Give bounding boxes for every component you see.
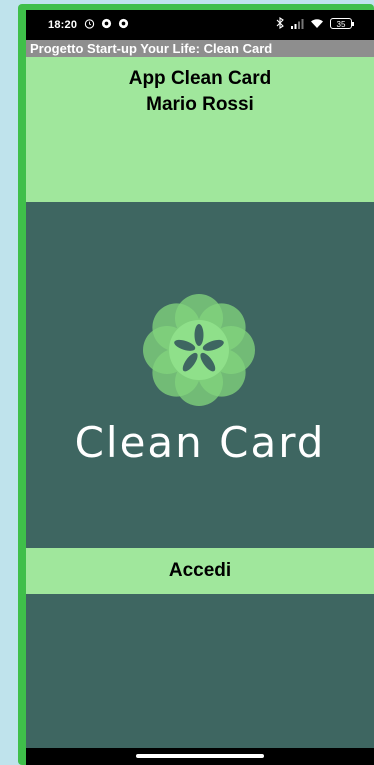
status-left-icons [84, 18, 129, 29]
header-panel: App Clean Card Mario Rossi [26, 57, 374, 202]
bluetooth-icon [276, 17, 284, 29]
status-time: 18:20 [48, 19, 78, 31]
notification-icon [101, 18, 112, 29]
flower-logo-icon [143, 294, 255, 406]
user-name-heading: Mario Rossi [146, 94, 254, 115]
brand-name: Clean Card [74, 418, 326, 467]
app-title-bar: Progetto Start-up Your Life: Clean Card [26, 40, 374, 57]
signal-icon [291, 18, 304, 29]
phone-screen: 18:20 35 Progetto Start-up Your Life: Cl… [26, 10, 374, 765]
login-button[interactable]: Accedi [26, 548, 374, 594]
alarm-icon [84, 19, 95, 29]
status-bar: 18:20 35 [26, 10, 374, 40]
navigation-bar [26, 748, 374, 765]
battery-icon: 35 [330, 17, 354, 29]
status-right-icons: 35 [276, 17, 354, 29]
notification-icon [118, 18, 129, 29]
wifi-icon [311, 18, 323, 28]
home-indicator[interactable] [136, 754, 264, 758]
app-name-heading: App Clean Card [128, 68, 272, 89]
